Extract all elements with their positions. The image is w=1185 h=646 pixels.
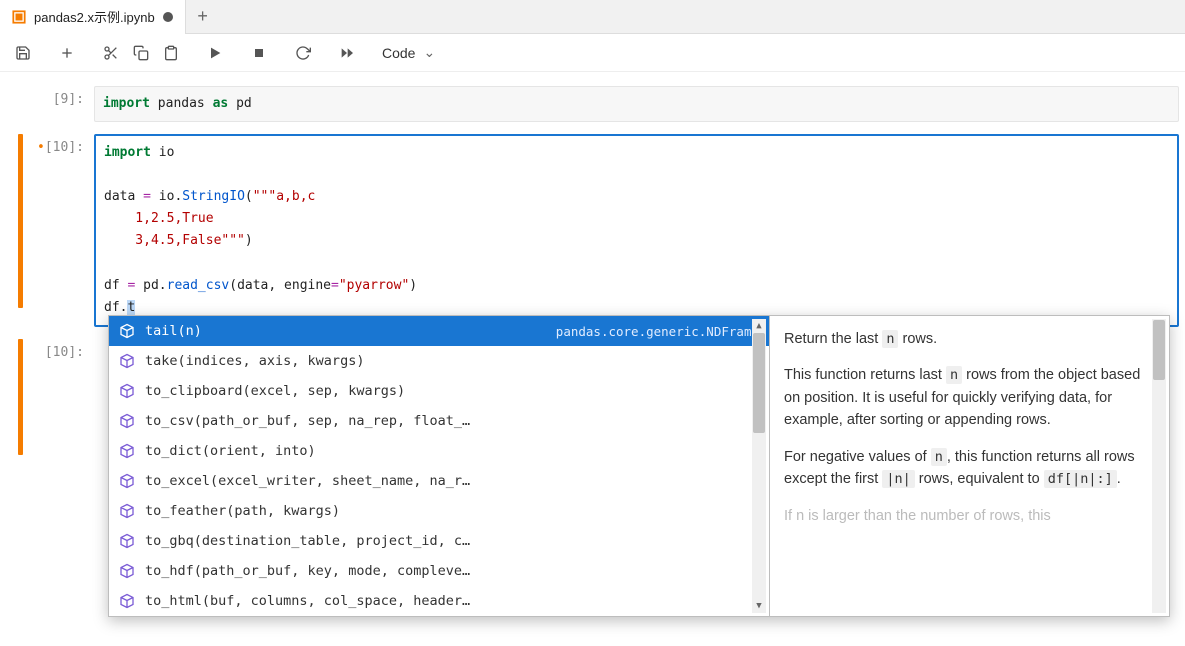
autocomplete-item[interactable]: to_gbq(destination_table, project_id, c… — [109, 526, 769, 556]
cell-type-selector[interactable]: Code ⌄ — [376, 42, 441, 63]
toolbar: Code ⌄ — [0, 34, 1185, 72]
method-icon — [119, 473, 135, 489]
method-icon — [119, 503, 135, 519]
copy-button[interactable] — [128, 40, 154, 66]
doc-paragraph: If n is larger than the number of rows, … — [784, 505, 1155, 527]
method-icon — [119, 383, 135, 399]
scroll-thumb[interactable] — [1153, 320, 1165, 380]
method-signature: to_feather(path, kwargs) — [145, 503, 759, 519]
autocomplete-item[interactable]: to_feather(path, kwargs) — [109, 496, 769, 526]
add-cell-button[interactable] — [54, 40, 80, 66]
cell-prompt: [10]: — [28, 339, 94, 360]
method-signature: take(indices, axis, kwargs) — [145, 353, 759, 369]
doc-paragraph: This function returns last n rows from t… — [784, 364, 1155, 431]
autocomplete-item[interactable]: to_csv(path_or_buf, sep, na_rep, float_… — [109, 406, 769, 436]
cell-prompt: •[10]: — [28, 134, 94, 155]
method-signature: to_hdf(path_or_buf, key, mode, compleve… — [145, 563, 759, 579]
cut-button[interactable] — [98, 40, 124, 66]
autocomplete-item[interactable]: to_hdf(path_or_buf, key, mode, compleve… — [109, 556, 769, 586]
method-signature: to_gbq(destination_table, project_id, c… — [145, 533, 759, 549]
autocomplete-item[interactable]: to_clipboard(excel, sep, kwargs) — [109, 376, 769, 406]
doc-scrollbar[interactable] — [1152, 319, 1166, 613]
tab-notebook[interactable]: pandas2.x示例.ipynb — [0, 0, 186, 34]
method-signature: to_html(buf, columns, col_space, header… — [145, 593, 759, 609]
autocomplete-item[interactable]: tail(n)pandas.core.generic.NDFrame — [109, 316, 769, 346]
autocomplete-item[interactable]: to_excel(excel_writer, sheet_name, na_r… — [109, 466, 769, 496]
method-icon — [119, 533, 135, 549]
code-input[interactable]: import io data = io.StringIO("""a,b,c 1,… — [94, 134, 1179, 327]
chevron-down-icon: ⌄ — [423, 44, 435, 61]
run-button[interactable] — [202, 40, 228, 66]
method-icon — [119, 413, 135, 429]
tab-modified-indicator — [163, 12, 173, 22]
method-icon — [119, 353, 135, 369]
notebook-icon — [12, 10, 26, 24]
cell-10-active[interactable]: •[10]: import io data = io.StringIO("""a… — [6, 134, 1179, 327]
code-input[interactable]: import pandas as pd — [94, 86, 1179, 122]
method-icon — [119, 443, 135, 459]
save-button[interactable] — [10, 40, 36, 66]
cell-9[interactable]: [9]: import pandas as pd — [6, 86, 1179, 122]
autocomplete-popup: tail(n)pandas.core.generic.NDFrame take(i… — [108, 315, 1170, 617]
tab-bar: pandas2.x示例.ipynb + — [0, 0, 1185, 34]
cell-prompt: [9]: — [28, 86, 94, 107]
run-all-button[interactable] — [334, 40, 360, 66]
scroll-up-icon[interactable]: ▲ — [756, 319, 761, 333]
method-icon — [119, 563, 135, 579]
scroll-thumb[interactable] — [753, 333, 765, 433]
paste-button[interactable] — [158, 40, 184, 66]
new-tab-button[interactable]: + — [186, 0, 220, 34]
method-signature: to_csv(path_or_buf, sep, na_rep, float_… — [145, 413, 759, 429]
method-icon — [119, 323, 135, 339]
autocomplete-item[interactable]: to_html(buf, columns, col_space, header… — [109, 586, 769, 616]
method-icon — [119, 593, 135, 609]
autocomplete-item[interactable]: take(indices, axis, kwargs) — [109, 346, 769, 376]
autocomplete-item[interactable]: to_dict(orient, into) — [109, 436, 769, 466]
method-signature: to_dict(orient, into) — [145, 443, 759, 459]
method-signature: to_clipboard(excel, sep, kwargs) — [145, 383, 759, 399]
autocomplete-list[interactable]: tail(n)pandas.core.generic.NDFrame take(i… — [109, 316, 769, 616]
method-source: pandas.core.generic.NDFrame — [556, 324, 759, 339]
autocomplete-scrollbar[interactable]: ▲ ▼ — [752, 319, 766, 613]
scroll-down-icon[interactable]: ▼ — [756, 599, 761, 613]
doc-paragraph: For negative values of n, this function … — [784, 446, 1155, 491]
cell-type-label: Code — [382, 45, 415, 61]
tab-title: pandas2.x示例.ipynb — [34, 7, 155, 26]
stop-button[interactable] — [246, 40, 272, 66]
method-signature: to_excel(excel_writer, sheet_name, na_r… — [145, 473, 759, 489]
method-signature: tail(n) — [145, 323, 556, 339]
doc-paragraph: Return the last n rows. — [784, 328, 1155, 350]
restart-button[interactable] — [290, 40, 316, 66]
autocomplete-doc: Return the last n rows. This function re… — [769, 316, 1169, 616]
